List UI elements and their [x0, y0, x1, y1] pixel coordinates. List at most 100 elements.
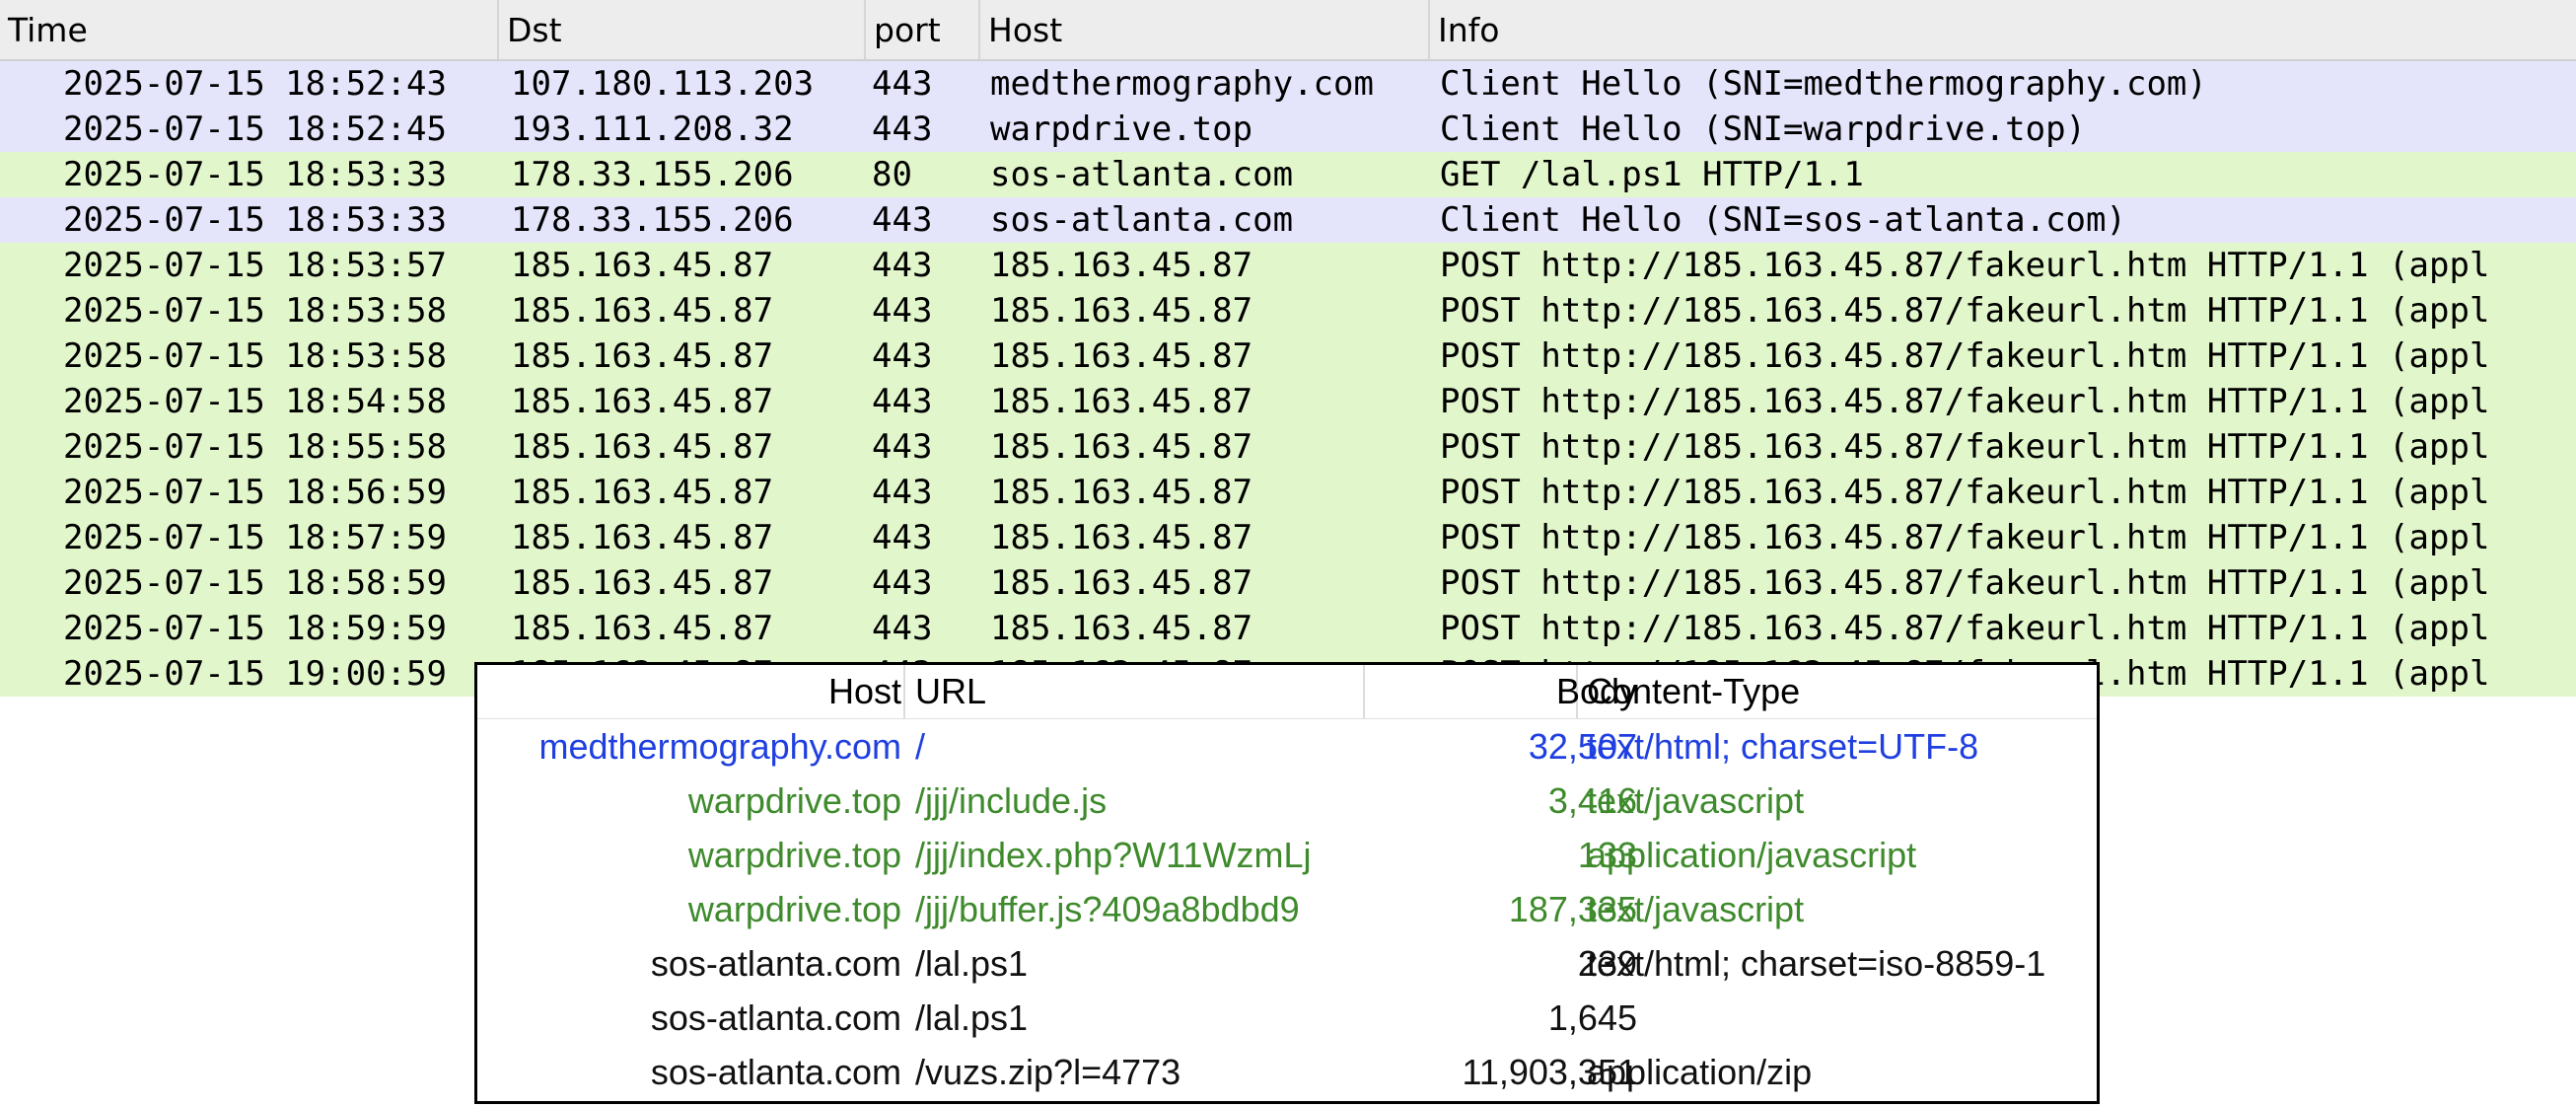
packet-time: 2025-07-15 18:53:58: [63, 336, 447, 376]
packet-time: 2025-07-15 18:57:59: [63, 518, 447, 557]
packet-host: 185.163.45.87: [990, 291, 1253, 331]
packet-info: POST http://185.163.45.87/fakeurl.htm HT…: [1440, 427, 2490, 467]
packet-host: sos-atlanta.com: [990, 155, 1294, 194]
packet-time: 2025-07-15 18:55:58: [63, 427, 447, 467]
packet-time: 2025-07-15 18:53:57: [63, 246, 447, 285]
column-header-port[interactable]: port: [866, 0, 980, 59]
packet-info: POST http://185.163.45.87/fakeurl.htm HT…: [1440, 473, 2490, 512]
packet-row[interactable]: 2025-07-15 18:52:45 193.111.208.32 443 warp…: [0, 107, 2576, 152]
packet-time: 2025-07-15 18:53:33: [63, 155, 447, 194]
http-object-row[interactable]: medthermography.com/32,507 text/html; cha…: [477, 719, 2097, 774]
packet-dst: 185.163.45.87: [511, 382, 774, 421]
packet-row[interactable]: 2025-07-15 18:57:59 185.163.45.87 443 185.1…: [0, 515, 2576, 560]
packet-dst: 178.33.155.206: [511, 155, 794, 194]
http-objects-overlay: Host URL Body Content-Type medthermograp…: [474, 662, 2100, 1104]
packet-info: Client Hello (SNI=medthermography.com): [1440, 64, 2207, 104]
column-header-dst[interactable]: Dst: [499, 0, 866, 59]
object-content-type: text/javascript: [1587, 889, 1805, 929]
packet-info: POST http://185.163.45.87/fakeurl.htm HT…: [1440, 382, 2490, 421]
packet-time: 2025-07-15 18:52:45: [63, 110, 447, 149]
packet-host: 185.163.45.87: [990, 518, 1253, 557]
packet-dst: 178.33.155.206: [511, 200, 794, 240]
object-url: /lal.ps1: [915, 997, 1029, 1038]
packet-row[interactable]: 2025-07-15 18:56:59 185.163.45.87 443 185.1…: [0, 470, 2576, 515]
packet-list-body: 2025-07-15 18:52:43 107.180.113.203 443 med…: [0, 61, 2576, 697]
packet-info: POST http://185.163.45.87/fakeurl.htm HT…: [1440, 246, 2490, 285]
packet-port: 443: [872, 563, 933, 603]
packet-row[interactable]: 2025-07-15 18:59:59 185.163.45.87 443 185.1…: [0, 606, 2576, 651]
http-object-row[interactable]: warpdrive.top/jjj/index.php?W11WzmLj 133 a…: [477, 828, 2097, 882]
packet-host: sos-atlanta.com: [990, 200, 1294, 240]
packet-info: POST http://185.163.45.87/fakeurl.htm HT…: [1440, 609, 2490, 648]
packet-port: 443: [872, 473, 933, 512]
packet-row[interactable]: 2025-07-15 18:53:33 178.33.155.206 80 sos-a…: [0, 152, 2576, 197]
object-content-type: application/javascript: [1587, 835, 1917, 875]
packet-dst: 185.163.45.87: [511, 336, 774, 376]
packet-row[interactable]: 2025-07-15 18:53:58 185.163.45.87 443 185.1…: [0, 333, 2576, 379]
object-url: /: [915, 726, 926, 767]
packet-port: 443: [872, 382, 933, 421]
packet-dst: 185.163.45.87: [511, 609, 774, 648]
packet-host: 185.163.45.87: [990, 246, 1253, 285]
column-header-info[interactable]: Info: [1430, 0, 2576, 59]
packet-info: Client Hello (SNI=warpdrive.top): [1440, 110, 2087, 149]
object-content-type: text/html; charset=iso-8859-1: [1587, 943, 2046, 984]
packet-dst: 107.180.113.203: [511, 64, 815, 104]
packet-row[interactable]: 2025-07-15 18:53:33 178.33.155.206 443 sos-…: [0, 197, 2576, 243]
packet-host: medthermography.com: [990, 64, 1374, 104]
packet-port: 80: [872, 155, 912, 194]
packet-port: 443: [872, 609, 933, 648]
packet-host: 185.163.45.87: [990, 336, 1253, 376]
object-content-type: text/html; charset=UTF-8: [1587, 726, 1979, 767]
packet-info: GET /lal.ps1 HTTP/1.1: [1440, 155, 1864, 194]
packet-list: Time Dst port Host Info 2025-07-15 18:52…: [0, 0, 2576, 697]
http-object-row[interactable]: warpdrive.top/jjj/include.js 3,416 text/ja…: [477, 774, 2097, 828]
packet-row[interactable]: 2025-07-15 18:55:58 185.163.45.87 443 185.1…: [0, 424, 2576, 470]
object-url: /lal.ps1: [915, 943, 1029, 984]
http-object-row[interactable]: sos-atlanta.com/vuzs.zip?l=4773 11,903,35…: [477, 1045, 2097, 1099]
packet-dst: 185.163.45.87: [511, 518, 774, 557]
packet-time: 2025-07-15 18:58:59: [63, 563, 447, 603]
column-header-url[interactable]: URL: [915, 665, 986, 718]
http-object-row[interactable]: sos-atlanta.com/lal.ps1 239 text/html; cha…: [477, 936, 2097, 991]
object-url: /jjj/include.js: [915, 780, 1108, 821]
http-object-row[interactable]: warpdrive.top/jjj/buffer.js?409a8bdbd9 18…: [477, 882, 2097, 936]
packet-dst: 193.111.208.32: [511, 110, 794, 149]
object-host: sos-atlanta.com: [650, 997, 901, 1038]
packet-time: 2025-07-15 18:53:58: [63, 291, 447, 331]
packet-port: 443: [872, 427, 933, 467]
packet-list-header: Time Dst port Host Info: [0, 0, 2576, 61]
http-objects-header: Host URL Body Content-Type: [477, 665, 2097, 719]
object-url: /jjj/buffer.js?409a8bdbd9: [915, 889, 1300, 929]
http-object-row[interactable]: sos-atlanta.com/lal.ps1 1,645: [477, 991, 2097, 1045]
packet-time: 2025-07-15 18:52:43: [63, 64, 447, 104]
packet-port: 443: [872, 110, 933, 149]
packet-port: 443: [872, 336, 933, 376]
column-header-time[interactable]: Time: [0, 0, 499, 59]
packet-row[interactable]: 2025-07-15 18:58:59 185.163.45.87 443 185.1…: [0, 560, 2576, 606]
packet-dst: 185.163.45.87: [511, 473, 774, 512]
column-header-host[interactable]: Host: [980, 0, 1430, 59]
packet-time: 2025-07-15 18:56:59: [63, 473, 447, 512]
packet-info: POST http://185.163.45.87/fakeurl.htm HT…: [1440, 336, 2490, 376]
packet-row[interactable]: 2025-07-15 18:53:57 185.163.45.87 443 185.1…: [0, 243, 2576, 288]
packet-host: 185.163.45.87: [990, 382, 1253, 421]
column-header-host[interactable]: Host: [828, 665, 901, 718]
object-content-type: text/javascript: [1587, 780, 1805, 821]
packet-row[interactable]: 2025-07-15 18:54:58 185.163.45.87 443 185.1…: [0, 379, 2576, 424]
packet-time: 2025-07-15 19:00:59: [63, 654, 447, 694]
packet-host: 185.163.45.87: [990, 609, 1253, 648]
packet-row[interactable]: 2025-07-15 18:52:43 107.180.113.203 443 med…: [0, 61, 2576, 107]
object-url: /vuzs.zip?l=4773: [915, 1052, 1181, 1092]
column-header-content-type[interactable]: Content-Type: [1587, 665, 1800, 718]
packet-info: POST http://185.163.45.87/fakeurl.htm HT…: [1440, 518, 2490, 557]
column-divider: [1363, 665, 1365, 718]
object-host: sos-atlanta.com: [650, 943, 901, 984]
packet-dst: 185.163.45.87: [511, 246, 774, 285]
packet-port: 443: [872, 246, 933, 285]
object-host: warpdrive.top: [687, 835, 901, 875]
packet-row[interactable]: 2025-07-15 18:53:58 185.163.45.87 443 185.1…: [0, 288, 2576, 333]
object-content-type: application/zip: [1587, 1052, 1813, 1092]
packet-port: 443: [872, 291, 933, 331]
object-body-size: 1,645: [1547, 997, 1637, 1038]
